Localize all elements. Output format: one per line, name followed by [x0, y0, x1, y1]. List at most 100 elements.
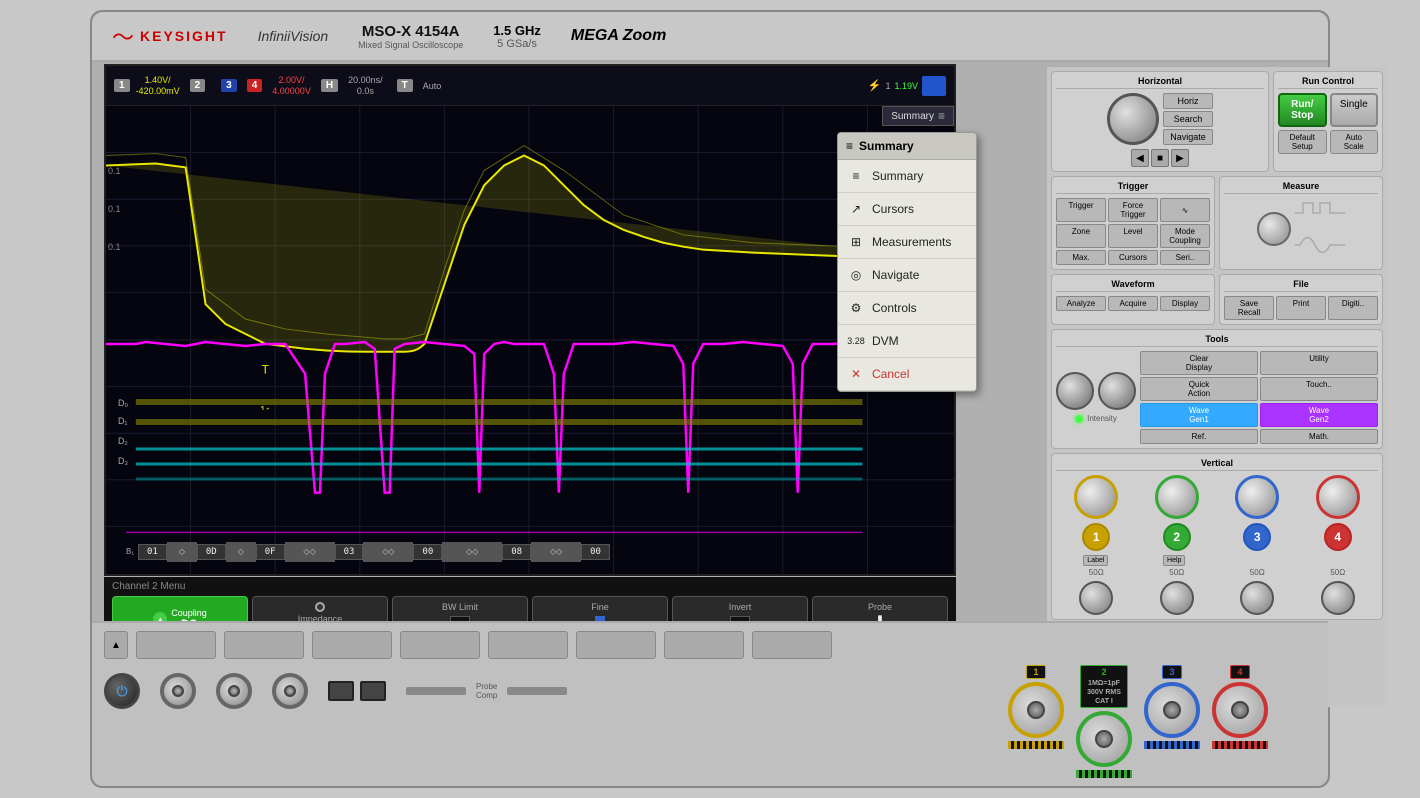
bnc-ch3-connector[interactable] [1144, 682, 1200, 738]
bnc-ch2-connector[interactable] [1076, 711, 1132, 767]
ch1-pos-knob[interactable] [1079, 581, 1113, 615]
quick-action-btn[interactable]: QuickAction [1140, 377, 1258, 401]
softkey-3[interactable] [312, 631, 392, 659]
softkey-8[interactable] [752, 631, 832, 659]
measure-knob[interactable] [1257, 212, 1291, 246]
ch4-ohm: 50Ω [1330, 568, 1345, 577]
intensity-label: Intensity [1087, 414, 1117, 423]
softkey-6[interactable] [576, 631, 656, 659]
acquire-btn[interactable]: Acquire [1108, 296, 1158, 311]
search-button[interactable]: Search [1163, 111, 1213, 127]
save-recall-btn[interactable]: SaveRecall [1224, 296, 1274, 320]
menu-item-cancel[interactable]: ✕ Cancel [838, 358, 976, 391]
ch4-button[interactable]: 4 [1324, 523, 1352, 551]
bnc-3[interactable] [272, 673, 308, 709]
cursor-btn-t[interactable]: ∿ [1160, 198, 1210, 222]
horizontal-main-knob[interactable] [1107, 93, 1159, 145]
ch1-scale-knob[interactable] [1074, 475, 1118, 519]
intensity-knob-1[interactable] [1056, 372, 1094, 410]
trigger-title: Trigger [1056, 181, 1210, 194]
probe-area: ProbeComp [406, 682, 567, 700]
softkey-7[interactable] [664, 631, 744, 659]
menu-header-icon: ≡ [846, 139, 853, 153]
nav-stop-btn[interactable]: ■ [1151, 149, 1169, 167]
menu-item-cursors[interactable]: ↗ Cursors [838, 193, 976, 226]
single-button[interactable]: Single [1330, 93, 1379, 127]
zone-btn[interactable]: Zone [1056, 224, 1106, 248]
ch1-badge[interactable]: 1 [114, 79, 130, 92]
level-btn[interactable]: Level [1108, 224, 1158, 248]
default-setup-button[interactable]: DefaultSetup [1278, 130, 1327, 154]
clear-display-btn[interactable]: ClearDisplay [1140, 351, 1258, 375]
menu-item-controls[interactable]: ⚙ Controls [838, 292, 976, 325]
usb-port-1[interactable] [328, 681, 354, 701]
menu-item-summary[interactable]: ≡ Summary [838, 160, 976, 193]
seri-btn[interactable]: Seri.. [1160, 250, 1210, 265]
navigate-button[interactable]: Navigate [1163, 129, 1213, 145]
ref-btn[interactable]: Ref. [1140, 429, 1258, 444]
math-btn[interactable]: Math. [1260, 429, 1378, 444]
ch2-pos-knob[interactable] [1160, 581, 1194, 615]
softkey-2[interactable] [224, 631, 304, 659]
summary-header[interactable]: Summary ≡ [882, 106, 954, 126]
trigger-btn[interactable]: Trigger [1056, 198, 1106, 222]
bnc-ch1-connector[interactable] [1008, 682, 1064, 738]
file-section-title: File [1224, 279, 1378, 292]
h-reading: 20.00ns/ 0.0s [348, 75, 383, 97]
print-btn[interactable]: Print [1276, 296, 1326, 320]
ch4-pos-knob[interactable] [1321, 581, 1355, 615]
bnc-1[interactable] [160, 673, 196, 709]
nav-left-btn[interactable]: ◀ [1131, 149, 1149, 167]
menu-item-measurements[interactable]: ⊞ Measurements [838, 226, 976, 259]
touch-btn[interactable]: Touch.. [1260, 377, 1378, 401]
ch3-badge[interactable]: 3 [221, 79, 237, 92]
measure-title: Measure [1224, 181, 1378, 194]
bnc-ch1: 1 [1008, 665, 1064, 778]
auto-scale-button[interactable]: AutoScale [1330, 130, 1379, 154]
menu-item-dvm[interactable]: 3.28 DVM [838, 325, 976, 358]
ch2-badge[interactable]: 2 [190, 79, 206, 92]
softkey-4[interactable] [400, 631, 480, 659]
display-btn[interactable]: Display [1160, 296, 1210, 311]
bnc-ch4-connector[interactable] [1212, 682, 1268, 738]
wave-gen1-btn[interactable]: WaveGen1 [1140, 403, 1258, 427]
ch3-scale-knob[interactable] [1235, 475, 1279, 519]
run-stop-button[interactable]: Run/Stop [1278, 93, 1327, 127]
nav-right-btn[interactable]: ▶ [1171, 149, 1189, 167]
h-badge[interactable]: H [321, 79, 338, 92]
vertical-knobs-row [1056, 475, 1378, 519]
ch2-button[interactable]: 2 [1163, 523, 1191, 551]
grid-svg [106, 106, 954, 574]
softkey-1[interactable] [136, 631, 216, 659]
bnc-2[interactable] [216, 673, 252, 709]
force-trigger-btn[interactable]: ForceTrigger [1108, 198, 1158, 222]
ohm-labels: 50Ω 50Ω 50Ω 50Ω [1056, 568, 1378, 577]
power-button[interactable]: ⏻ [104, 673, 140, 709]
digiti-btn[interactable]: Digiti.. [1328, 296, 1378, 320]
usb-port-2[interactable] [360, 681, 386, 701]
menu-item-controls-label: Controls [872, 301, 917, 315]
channel-menu-title: Channel 2 Menu [112, 581, 948, 592]
intensity-knob-2[interactable] [1098, 372, 1136, 410]
ch3-button[interactable]: 3 [1243, 523, 1271, 551]
t-badge[interactable]: T [397, 79, 413, 92]
analyze-btn[interactable]: Analyze [1056, 296, 1106, 311]
wave-gen2-btn[interactable]: WaveGen2 [1260, 403, 1378, 427]
horiz-button[interactable]: Horiz [1163, 93, 1213, 109]
cursors-btn-t2[interactable]: Cursors [1108, 250, 1158, 265]
nav-arrows: ◀ ■ ▶ [1056, 149, 1264, 167]
ch1-label-btn[interactable]: Label [1083, 555, 1108, 566]
ch4-badge[interactable]: 4 [247, 79, 263, 92]
ch4-scale-knob[interactable] [1316, 475, 1360, 519]
ch3-pos-knob[interactable] [1240, 581, 1274, 615]
ch2-help-btn[interactable]: Help [1163, 555, 1185, 566]
probe-line-2 [507, 687, 567, 695]
menu-item-navigate[interactable]: ◎ Navigate [838, 259, 976, 292]
ch2-scale-knob[interactable] [1155, 475, 1199, 519]
menu-up-btn[interactable]: ▲ [104, 631, 128, 659]
ch1-button[interactable]: 1 [1082, 523, 1110, 551]
max-btn[interactable]: Max. [1056, 250, 1106, 265]
utility-btn[interactable]: Utility [1260, 351, 1378, 375]
softkey-5[interactable] [488, 631, 568, 659]
mode-coupling-btn[interactable]: ModeCoupling [1160, 224, 1210, 248]
